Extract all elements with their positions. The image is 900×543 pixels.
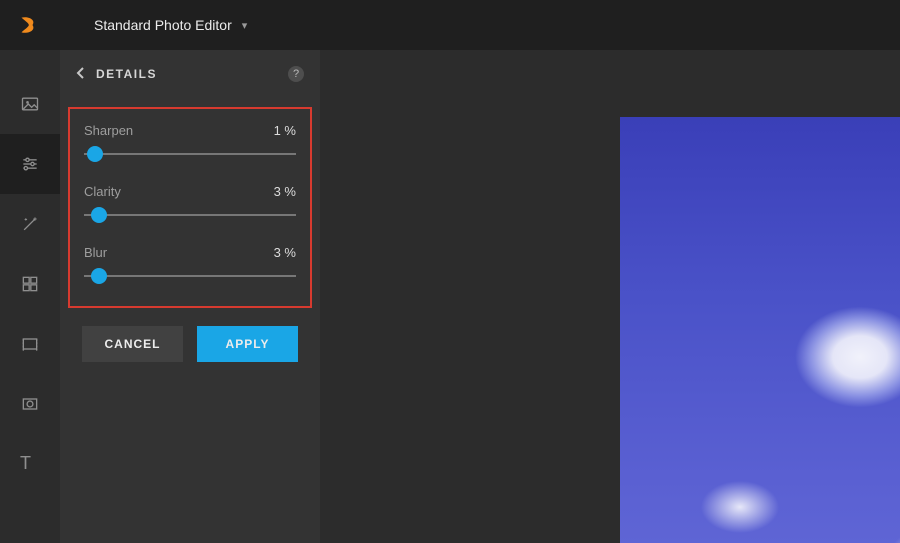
app-title[interactable]: Standard Photo Editor bbox=[94, 17, 232, 33]
slider-thumb[interactable] bbox=[87, 146, 103, 162]
clarity-value: 3 % bbox=[274, 184, 296, 199]
slider-track bbox=[84, 214, 296, 216]
sharpen-label: Sharpen bbox=[84, 123, 133, 138]
control-blur: Blur 3 % bbox=[84, 245, 296, 284]
help-icon[interactable]: ? bbox=[288, 66, 304, 82]
tool-image[interactable] bbox=[0, 74, 60, 134]
top-bar: Standard Photo Editor ▾ bbox=[0, 0, 900, 50]
tool-crop[interactable] bbox=[0, 314, 60, 374]
tool-magic[interactable] bbox=[0, 194, 60, 254]
panel-title: DETAILS bbox=[96, 67, 288, 81]
slider-track bbox=[84, 275, 296, 277]
apply-button[interactable]: APPLY bbox=[197, 326, 298, 362]
control-clarity: Clarity 3 % bbox=[84, 184, 296, 223]
tool-vignette[interactable] bbox=[0, 374, 60, 434]
blur-slider[interactable] bbox=[84, 268, 296, 284]
tool-text[interactable]: T bbox=[0, 434, 60, 494]
sharpen-value: 1 % bbox=[274, 123, 296, 138]
tool-strip: T bbox=[0, 50, 60, 543]
tool-adjust[interactable] bbox=[0, 134, 60, 194]
sharpen-slider[interactable] bbox=[84, 146, 296, 162]
slider-track bbox=[84, 153, 296, 155]
cancel-button[interactable]: CANCEL bbox=[82, 326, 183, 362]
control-sharpen: Sharpen 1 % bbox=[84, 123, 296, 162]
clarity-slider[interactable] bbox=[84, 207, 296, 223]
slider-thumb[interactable] bbox=[91, 268, 107, 284]
slider-thumb[interactable] bbox=[91, 207, 107, 223]
app-logo-icon bbox=[16, 14, 38, 36]
controls-highlight-box: Sharpen 1 % Clarity 3 % bbox=[68, 107, 312, 308]
blur-value: 3 % bbox=[274, 245, 296, 260]
tool-grid[interactable] bbox=[0, 254, 60, 314]
canvas-area[interactable] bbox=[320, 50, 900, 543]
chevron-down-icon[interactable]: ▾ bbox=[242, 19, 248, 32]
blur-label: Blur bbox=[84, 245, 107, 260]
details-panel: DETAILS ? Sharpen 1 % Clarity 3 % bbox=[60, 50, 320, 543]
photo-preview bbox=[620, 117, 900, 543]
back-icon[interactable] bbox=[76, 66, 86, 83]
clarity-label: Clarity bbox=[84, 184, 121, 199]
